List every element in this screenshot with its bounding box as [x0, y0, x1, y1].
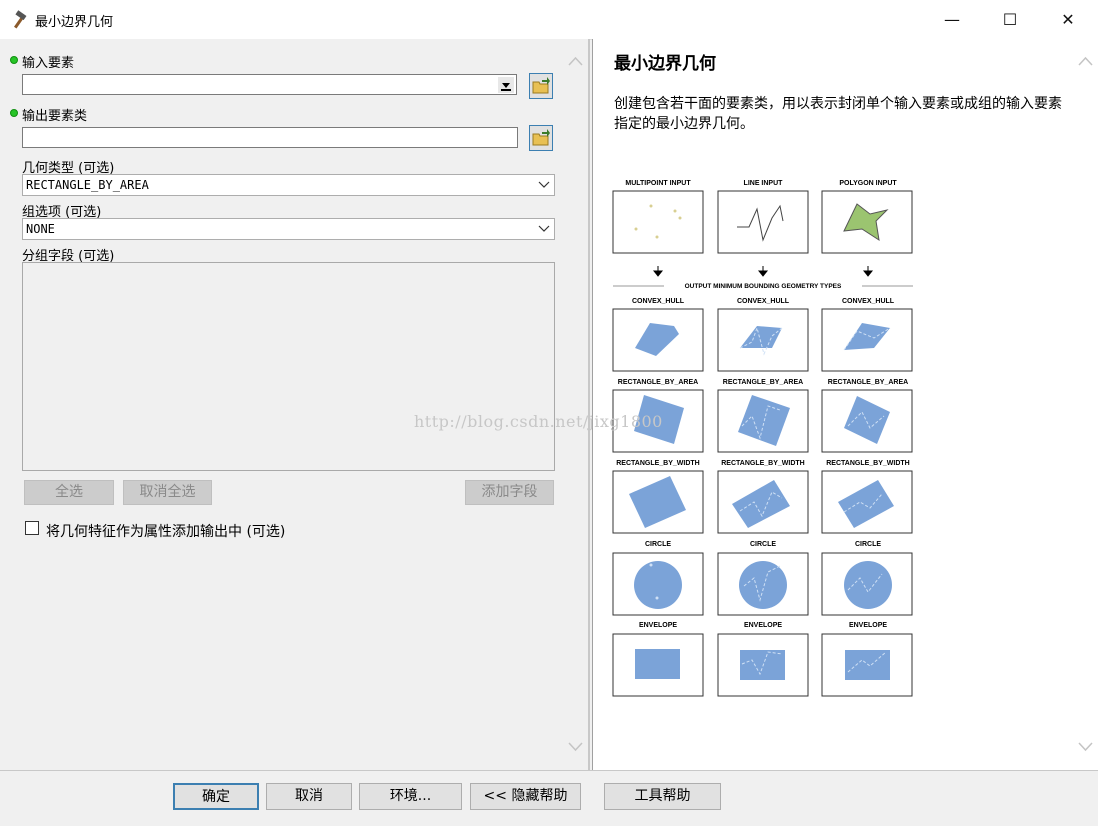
window-title: 最小边界几何	[35, 15, 114, 30]
maximize-button[interactable]: ☐	[981, 0, 1039, 39]
multipoint-input-box	[612, 190, 704, 254]
open-folder-icon	[532, 129, 550, 146]
help-pane: 最小边界几何 创建包含若干面的要素类，用以表示封闭单个输入要素或成组的输入要素指…	[592, 39, 1098, 770]
input-features-combo[interactable]	[22, 74, 517, 95]
cancel-button[interactable]: 取消	[266, 783, 352, 810]
diagram-row-label: ENVELOPE	[639, 622, 677, 629]
unselect-all-button[interactable]: 取消全选	[123, 480, 212, 505]
output-class-field[interactable]	[22, 127, 518, 148]
diagram-row-label: CONVEX_HULL	[737, 298, 790, 305]
chevron-up-icon[interactable]	[1077, 55, 1094, 67]
help-title: 最小边界几何	[614, 54, 716, 74]
polygon-input-box	[821, 190, 913, 254]
diagram-row-label: CIRCLE	[645, 541, 671, 548]
geometry-type-value: RECTANGLE_BY_AREA	[26, 178, 149, 192]
mbg-diagram: MULTIPOINT INPUT LINE INPUT POLYGON INPU…	[612, 180, 913, 697]
down-arrow-icon	[652, 266, 664, 277]
watermark: http://blog.csdn.net/jixg1800	[414, 412, 663, 431]
input-features-label: 输入要素	[22, 56, 75, 71]
line-input-box	[717, 190, 809, 254]
diagram-input-label: POLYGON INPUT	[839, 180, 897, 187]
chevron-down-icon	[538, 181, 550, 188]
required-indicator-icon	[10, 109, 18, 117]
hammer-icon	[14, 10, 27, 29]
hide-help-button[interactable]: << 隐藏帮助	[470, 783, 581, 810]
diagram-row-label: CONVEX_HULL	[842, 298, 895, 305]
geometry-type-select[interactable]: RECTANGLE_BY_AREA	[22, 174, 555, 196]
ok-button[interactable]: 确定	[173, 783, 259, 810]
tool-help-button[interactable]: 工具帮助	[604, 783, 721, 810]
diagram-row-label: CIRCLE	[750, 541, 776, 548]
chevron-down-icon	[538, 225, 550, 232]
select-all-button[interactable]: 全选	[24, 480, 114, 505]
title-bar: 最小边界几何 — ☐ ✕	[0, 0, 1098, 40]
down-arrow-icon	[757, 266, 769, 277]
diagram-row-label: RECTANGLE_BY_AREA	[723, 379, 803, 386]
help-description: 创建包含若干面的要素类，用以表示封闭单个输入要素或成组的输入要素指定的最小边界几…	[614, 96, 1062, 132]
environments-button[interactable]: 环境...	[359, 783, 462, 810]
group-option-select[interactable]: NONE	[22, 218, 555, 240]
add-field-button[interactable]: 添加字段	[465, 480, 554, 505]
output-class-label: 输出要素类	[22, 109, 88, 124]
chevron-down-icon[interactable]	[567, 741, 584, 753]
chevron-down-icon[interactable]	[1077, 741, 1094, 753]
close-button[interactable]: ✕	[1039, 0, 1097, 39]
diagram-row-label: CIRCLE	[855, 541, 881, 548]
diagram-row-label: ENVELOPE	[744, 622, 782, 629]
diagram-row-label: CONVEX_HULL	[632, 298, 685, 305]
minimize-button[interactable]: —	[923, 0, 981, 39]
browse-output-button[interactable]	[529, 125, 553, 151]
right-scrollbar[interactable]	[1077, 39, 1094, 770]
mbg-fields-checkbox[interactable]	[25, 521, 39, 535]
diagram-row-label: RECTANGLE_BY_WIDTH	[826, 460, 909, 467]
group-field-list[interactable]	[22, 262, 555, 471]
diagram-input-label: LINE INPUT	[744, 180, 784, 187]
diagram-row-label: RECTANGLE_BY_AREA	[828, 379, 908, 386]
diagram-separator-label: OUTPUT MINIMUM BOUNDING GEOMETRY TYPES	[685, 283, 842, 290]
dropdown-arrow-icon[interactable]	[498, 77, 514, 93]
diagram-input-label: MULTIPOINT INPUT	[625, 180, 691, 187]
button-bar: 确定 取消 环境... << 隐藏帮助 工具帮助	[0, 770, 1098, 826]
down-arrow-icon	[862, 266, 874, 277]
diagram-row-label: RECTANGLE_BY_AREA	[618, 379, 698, 386]
diagram-row-label: RECTANGLE_BY_WIDTH	[616, 460, 699, 467]
group-option-value: NONE	[26, 222, 55, 236]
diagram-row-label: RECTANGLE_BY_WIDTH	[721, 460, 804, 467]
browse-input-button[interactable]	[529, 73, 553, 99]
left-scrollbar[interactable]	[567, 39, 584, 770]
diagram-row-label: ENVELOPE	[849, 622, 887, 629]
parameters-pane: 输入要素 输出要素类 几何类型 (可选) RECTANGLE_BY_AREA 组…	[0, 39, 590, 770]
open-folder-icon	[532, 77, 550, 94]
mbg-fields-label: 将几何特征作为属性添加输出中 (可选)	[46, 524, 286, 540]
chevron-up-icon[interactable]	[567, 55, 584, 67]
required-indicator-icon	[10, 56, 18, 64]
